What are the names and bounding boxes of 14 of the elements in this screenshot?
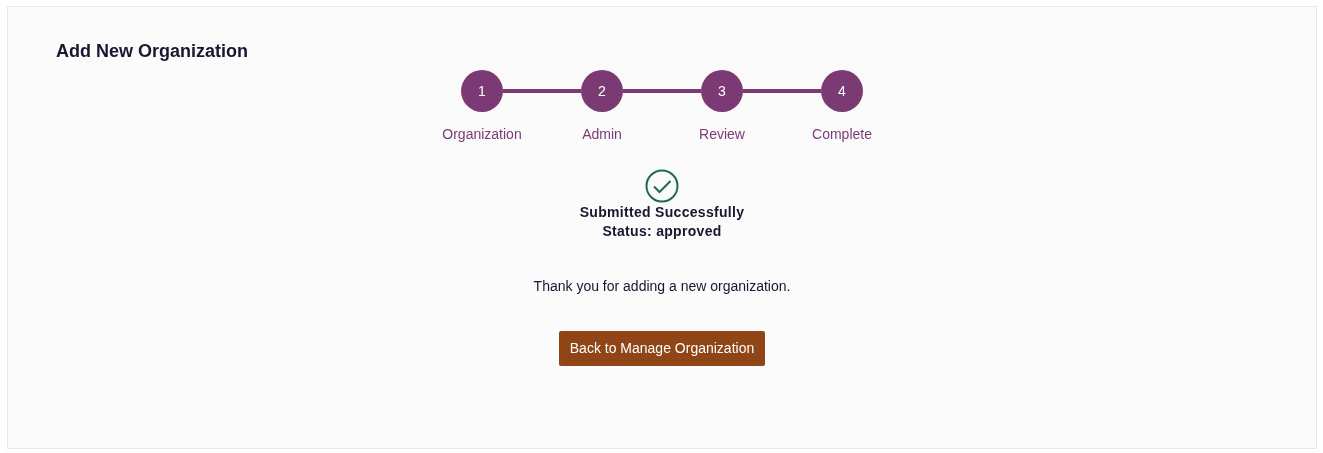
status-text: Status: approved	[601, 222, 723, 241]
thank-you-message: Thank you for adding a new organization.	[532, 277, 792, 296]
page-title: Add New Organization	[56, 40, 249, 62]
step-label: Admin	[582, 126, 622, 142]
step-label: Review	[699, 126, 745, 142]
back-button[interactable]: Back to Manage Organization	[558, 331, 766, 366]
step-circle: 4	[821, 70, 863, 112]
check-circle-icon	[645, 169, 679, 203]
step-circle: 3	[701, 70, 743, 112]
step-label: Complete	[812, 126, 872, 142]
step-label: Organization	[442, 126, 522, 142]
success-heading: Submitted Successfully	[578, 203, 746, 222]
step-circle: 2	[581, 70, 623, 112]
step-circle: 1	[461, 70, 503, 112]
